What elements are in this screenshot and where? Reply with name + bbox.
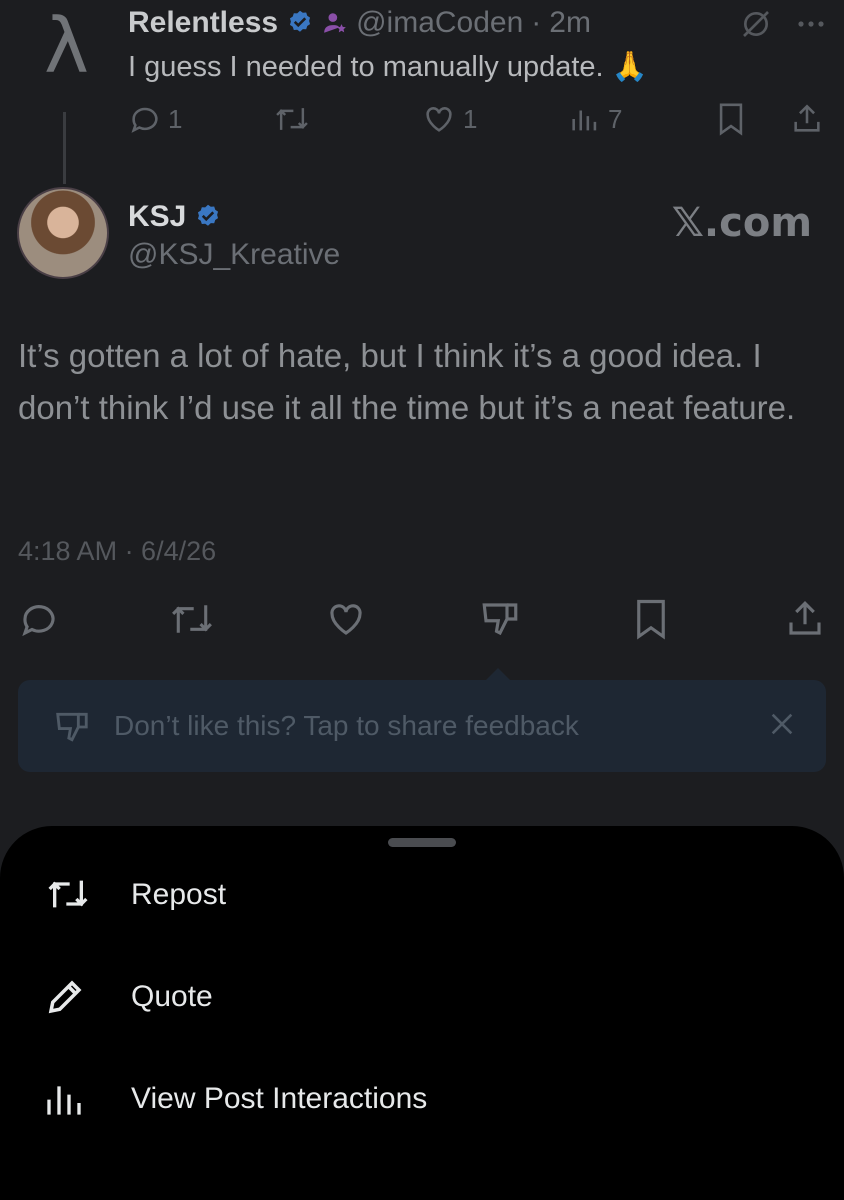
sheet-item-label: View Post Interactions bbox=[131, 1082, 428, 1115]
main-author-name[interactable]: KSJ bbox=[128, 200, 186, 234]
reply-icon bbox=[128, 102, 162, 136]
sheet-item-repost[interactable]: Repost bbox=[0, 854, 844, 934]
post-timestamp[interactable]: 4:18 AM · 6/4/26 bbox=[18, 536, 216, 567]
main-author-handle[interactable]: @KSJ_Kreative bbox=[128, 238, 340, 272]
main-post-text: It’s gotten a lot of hate, but I think i… bbox=[18, 337, 796, 426]
parent-repost-button[interactable] bbox=[273, 102, 311, 136]
heart-icon bbox=[324, 598, 368, 640]
sheet-item-label: Quote bbox=[131, 980, 213, 1013]
parent-view-count: 7 bbox=[608, 103, 623, 134]
like-button[interactable] bbox=[324, 598, 368, 640]
reply-icon bbox=[18, 598, 60, 640]
affiliate-person-icon bbox=[322, 10, 348, 36]
sheet-item-label: Repost bbox=[131, 878, 227, 911]
dot-separator: · bbox=[531, 6, 542, 39]
main-author-avatar[interactable] bbox=[17, 187, 109, 279]
feedback-prompt[interactable]: Don’t like this? Tap to share feedback bbox=[18, 680, 826, 772]
bookmark-icon bbox=[716, 102, 746, 136]
feedback-prompt-text[interactable]: Don’t like this? Tap to share feedback bbox=[114, 710, 579, 742]
parent-author-handle[interactable]: @imaCoden bbox=[356, 6, 523, 40]
share-icon bbox=[790, 102, 824, 136]
pencil-icon bbox=[44, 976, 86, 1018]
parent-author-name[interactable]: Relentless bbox=[128, 6, 278, 40]
heart-icon bbox=[421, 102, 457, 136]
repost-icon bbox=[273, 102, 311, 136]
verified-badge-icon bbox=[194, 203, 222, 231]
parent-reply-count: 1 bbox=[168, 103, 183, 134]
repost-icon bbox=[168, 598, 216, 640]
parent-action-bar: 1 1 7 bbox=[128, 102, 828, 142]
close-icon[interactable] bbox=[768, 710, 796, 738]
parent-like-button[interactable]: 1 bbox=[421, 102, 477, 136]
parent-views-button[interactable]: 7 bbox=[568, 102, 622, 136]
thumbs-down-icon bbox=[478, 598, 522, 640]
sheet-drag-handle[interactable] bbox=[388, 838, 456, 847]
verified-badge-icon bbox=[286, 9, 314, 37]
main-author-name-row: KSJ bbox=[128, 200, 222, 234]
sheet-item-quote[interactable]: Quote bbox=[0, 956, 844, 1036]
views-icon bbox=[568, 102, 602, 136]
parent-like-count: 1 bbox=[463, 103, 478, 134]
x-watermark: 𝕏.com bbox=[671, 200, 812, 246]
sheet-item-view-post-interactions[interactable]: View Post Interactions bbox=[0, 1058, 844, 1138]
parent-post-header: Relentless @imaCoden · 2m bbox=[128, 6, 591, 40]
main-action-bar bbox=[0, 598, 844, 646]
repost-icon bbox=[44, 874, 92, 914]
parent-post-time: 2m bbox=[549, 6, 591, 39]
more-options-icon[interactable] bbox=[796, 19, 826, 29]
grok-icon[interactable] bbox=[740, 8, 772, 40]
thread-connector bbox=[63, 112, 66, 184]
bookmark-icon bbox=[632, 598, 670, 640]
parent-post-text: I guess I needed to manually update. 🙏 bbox=[128, 51, 648, 83]
parent-avatar[interactable]: λ bbox=[44, 8, 89, 84]
repost-button[interactable] bbox=[168, 598, 216, 640]
repost-action-sheet: Repost Quote View Post Interactions bbox=[0, 826, 844, 1200]
parent-share-button[interactable] bbox=[790, 102, 824, 136]
share-button[interactable] bbox=[784, 598, 826, 640]
bookmark-button[interactable] bbox=[632, 598, 670, 640]
parent-reply-button[interactable]: 1 bbox=[128, 102, 182, 136]
dislike-button[interactable] bbox=[478, 598, 522, 640]
parent-bookmark-button[interactable] bbox=[716, 102, 746, 136]
analytics-icon bbox=[44, 1078, 84, 1118]
share-icon bbox=[784, 598, 826, 640]
thumbs-down-icon bbox=[52, 708, 92, 746]
reply-button[interactable] bbox=[18, 598, 60, 640]
